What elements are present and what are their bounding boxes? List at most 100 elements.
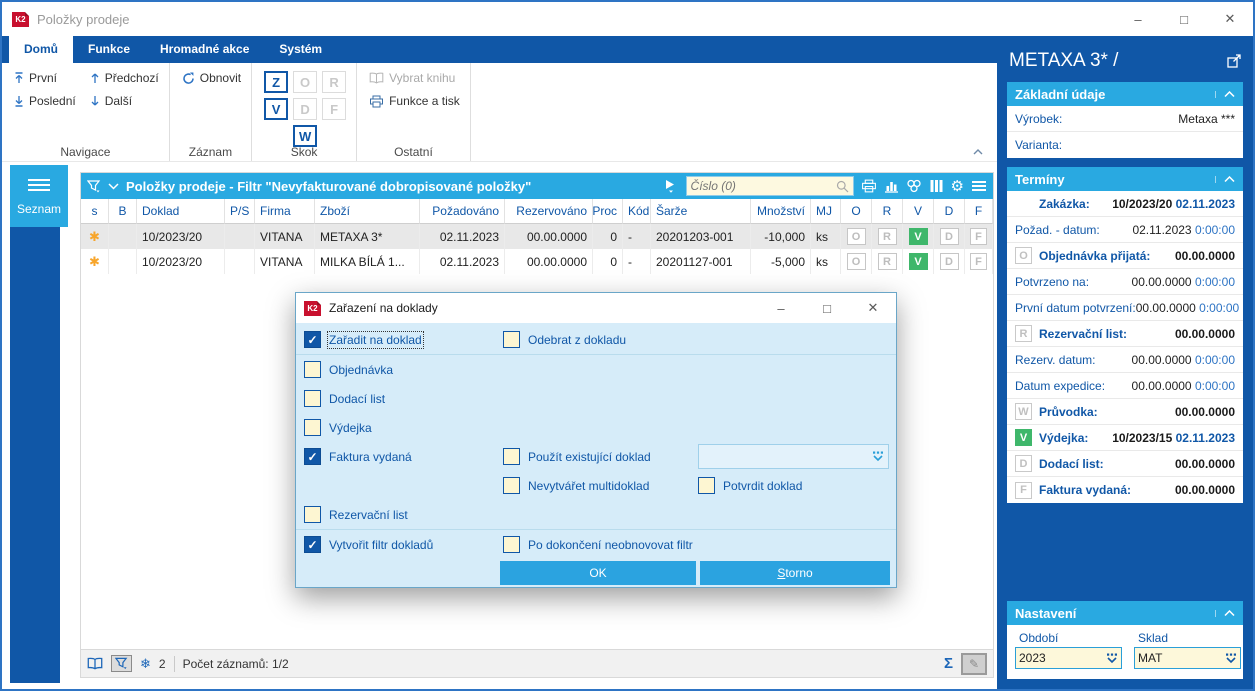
- storno-button[interactable]: Storno: [700, 561, 890, 585]
- cluster-icon[interactable]: [906, 179, 922, 193]
- select-book-button[interactable]: Vybrat knihu: [369, 71, 460, 85]
- col-firma[interactable]: Firma: [255, 199, 315, 224]
- col-f[interactable]: F: [965, 199, 993, 224]
- col-s[interactable]: s: [81, 199, 109, 224]
- checkbox[interactable]: [503, 536, 520, 553]
- filter-toggle-icon[interactable]: [111, 655, 132, 672]
- maximize-button[interactable]: □: [1161, 2, 1207, 36]
- jump-w-button[interactable]: W: [293, 125, 318, 147]
- col-mj[interactable]: MJ: [811, 199, 841, 224]
- checkbox[interactable]: [503, 477, 520, 494]
- checkbox[interactable]: [698, 477, 715, 494]
- panel-header-terminy[interactable]: Termíny: [1007, 167, 1243, 191]
- tab-domu[interactable]: Domů: [9, 36, 73, 63]
- sklad-value[interactable]: [1138, 651, 1225, 665]
- col-d[interactable]: D: [934, 199, 965, 224]
- close-button[interactable]: ✕: [1207, 2, 1253, 36]
- checkbox-objednavka[interactable]: Objednávka: [304, 361, 393, 378]
- ok-button[interactable]: OK: [500, 561, 696, 585]
- jump-f-button[interactable]: F: [322, 98, 347, 120]
- checkbox[interactable]: [304, 390, 321, 407]
- col-v[interactable]: V: [903, 199, 934, 224]
- checkbox-odebrat-z-dokladu[interactable]: Odebrat z dokladu: [503, 331, 626, 348]
- refresh-button[interactable]: Obnovit: [182, 71, 241, 85]
- last-button[interactable]: Poslední: [14, 94, 76, 108]
- checkbox[interactable]: [503, 448, 520, 465]
- search-input[interactable]: [690, 179, 836, 193]
- col-rezervovano[interactable]: Rezervováno: [505, 199, 593, 224]
- jump-z-button[interactable]: Z: [264, 71, 289, 93]
- next-button[interactable]: Další: [90, 94, 159, 108]
- chevron-down-icon[interactable]: [108, 182, 119, 190]
- checkbox[interactable]: [503, 331, 520, 348]
- gear-icon[interactable]: ⚙: [951, 179, 964, 194]
- checkbox[interactable]: [304, 331, 321, 348]
- snowflake-icon[interactable]: ❄: [140, 656, 151, 672]
- previous-button[interactable]: Předchozí: [90, 71, 159, 85]
- panel-header-zakladni[interactable]: Základní údaje: [1007, 82, 1243, 106]
- table-row[interactable]: ✱ 10/2023/20 VITANA METAXA 3* 02.11.2023…: [81, 224, 993, 249]
- checkbox[interactable]: [304, 536, 321, 553]
- checkbox-po-dokonceni-neobnovovat-filtr[interactable]: Po dokončení neobnovovat filtr: [503, 536, 693, 553]
- checkbox-vydejka[interactable]: Výdejka: [304, 419, 372, 436]
- jump-o-button[interactable]: O: [293, 71, 318, 93]
- first-button[interactable]: První: [14, 71, 76, 85]
- col-doklad[interactable]: Doklad: [137, 199, 225, 224]
- tab-hromadne-akce[interactable]: Hromadné akce: [145, 36, 264, 63]
- col-proc[interactable]: Proc: [593, 199, 623, 224]
- jump-v-button[interactable]: V: [264, 98, 289, 120]
- filter-icon[interactable]: [87, 179, 101, 193]
- sklad-select[interactable]: [1134, 647, 1241, 669]
- col-o[interactable]: O: [841, 199, 872, 224]
- ribbon-collapse-icon[interactable]: [973, 149, 983, 155]
- col-zbozi[interactable]: Zboží: [315, 199, 420, 224]
- obdobi-value[interactable]: [1019, 651, 1106, 665]
- checkbox-faktura-vydana[interactable]: Faktura vydaná: [304, 448, 412, 465]
- existing-document-select[interactable]: [698, 444, 889, 469]
- functions-print-button[interactable]: Funkce a tisk: [369, 94, 460, 108]
- tab-funkce[interactable]: Funkce: [73, 36, 145, 63]
- collapse-icon[interactable]: [1215, 90, 1235, 98]
- close-button[interactable]: ✕: [850, 293, 896, 323]
- col-pozadovano[interactable]: Požadováno: [420, 199, 505, 224]
- minimize-button[interactable]: –: [1115, 2, 1161, 36]
- chart-icon[interactable]: [884, 179, 899, 193]
- collapse-icon[interactable]: [1215, 175, 1235, 183]
- checkbox[interactable]: [304, 361, 321, 378]
- collapse-icon[interactable]: [1215, 609, 1235, 617]
- existing-document-value[interactable]: [703, 449, 872, 464]
- col-ps[interactable]: P/S: [225, 199, 255, 224]
- tab-system[interactable]: Systém: [264, 36, 337, 63]
- checkbox-zaradit-na-doklad[interactable]: Zařadit na doklad: [304, 330, 424, 349]
- jump-r-button[interactable]: R: [322, 71, 347, 93]
- minimize-button[interactable]: –: [758, 293, 804, 323]
- sum-icon[interactable]: Σ: [944, 655, 953, 672]
- col-r[interactable]: R: [872, 199, 903, 224]
- col-sarze[interactable]: Šarže: [651, 199, 751, 224]
- col-kod[interactable]: Kód: [623, 199, 651, 224]
- checkbox[interactable]: [304, 506, 321, 523]
- sidebar-tab-seznam[interactable]: Seznam: [10, 165, 68, 227]
- col-mnozstvi[interactable]: Množství: [751, 199, 811, 224]
- checkbox-vytvorit-filtr-dokladu[interactable]: Vytvořit filtr dokladů: [304, 536, 433, 553]
- table-menu-icon[interactable]: [971, 180, 987, 192]
- checkbox[interactable]: [304, 419, 321, 436]
- checkbox-dodaci-list[interactable]: Dodací list: [304, 390, 385, 407]
- play-icon[interactable]: [665, 179, 675, 193]
- checkbox-nevytvaret-multidoklad[interactable]: Nevytvářet multidoklad: [503, 477, 649, 494]
- book-icon[interactable]: [87, 657, 103, 670]
- print-icon[interactable]: [861, 179, 877, 193]
- external-link-icon[interactable]: [1227, 54, 1241, 68]
- checkbox-rezervacni-list[interactable]: Rezervační list: [304, 506, 408, 523]
- table-row[interactable]: ✱ 10/2023/20 VITANA MILKA BÍLÁ 1... 02.1…: [81, 249, 993, 274]
- checkbox-pouzit-existujici-doklad[interactable]: Použít existující doklad: [503, 448, 651, 465]
- checkbox-potvrdit-doklad[interactable]: Potvrdit doklad: [698, 477, 802, 494]
- panel-header-nastaveni[interactable]: Nastavení: [1007, 601, 1243, 625]
- obdobi-select[interactable]: [1015, 647, 1122, 669]
- edit-button[interactable]: ✎: [961, 652, 987, 675]
- col-b[interactable]: B: [109, 199, 137, 224]
- maximize-button[interactable]: □: [804, 293, 850, 323]
- columns-icon[interactable]: [929, 179, 944, 193]
- checkbox[interactable]: [304, 448, 321, 465]
- jump-d-button[interactable]: D: [293, 98, 318, 120]
